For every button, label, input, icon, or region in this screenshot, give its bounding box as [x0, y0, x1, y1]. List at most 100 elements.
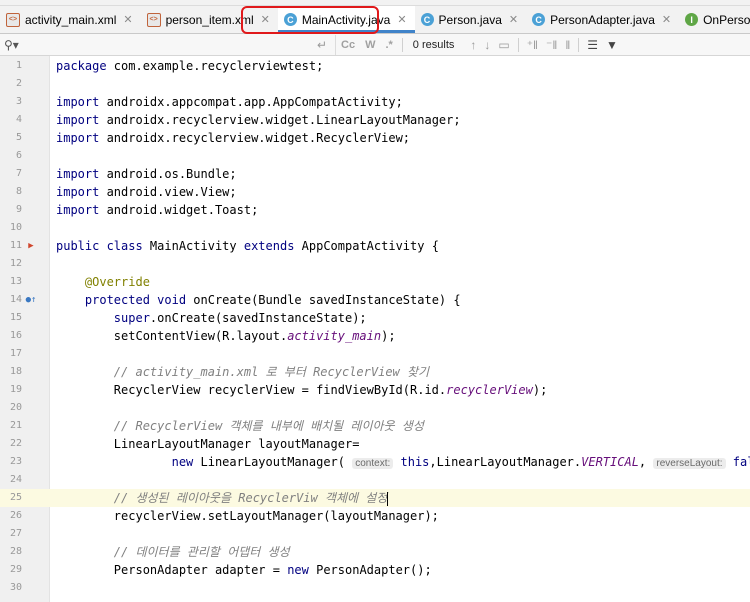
code-line[interactable]: 29 PersonAdapter adapter = new PersonAda… — [0, 561, 750, 579]
code-line[interactable]: 26 recyclerView.setLayoutManager(layoutM… — [0, 507, 750, 525]
code-line[interactable]: 11 ▶ public class MainActivity extends App… — [0, 237, 750, 255]
divider — [578, 37, 580, 52]
code-line[interactable]: 8 import android.view.View; — [0, 183, 750, 201]
divider — [517, 37, 519, 52]
code-line[interactable]: 17 — [0, 345, 750, 363]
line-number: 12 — [9, 258, 22, 269]
line-number: 19 — [9, 384, 22, 395]
code-line[interactable]: 25 // 생성된 레이아웃을 RecyclerViw 객체에 설정 — [0, 489, 750, 507]
select-all-occurrences-icon[interactable]: ▭ — [498, 38, 509, 52]
code-line[interactable]: 12 — [0, 255, 750, 273]
search-input[interactable] — [22, 38, 313, 51]
close-icon[interactable]: ✕ — [261, 13, 270, 26]
tab-person-java[interactable]: C Person.java ✕ — [415, 6, 527, 33]
tab-label: PersonAdapter.java — [550, 12, 655, 27]
tab-person-item-xml[interactable]: <> person_item.xml ✕ — [141, 6, 278, 33]
search-icon[interactable]: ⚲▾ — [4, 38, 22, 52]
code-line[interactable]: 23 new LinearLayoutManager( context: thi… — [0, 453, 750, 471]
select-all-icon[interactable]: ǁ — [565, 38, 570, 52]
regex-button[interactable]: .* — [385, 39, 392, 51]
code-line[interactable]: 15 super.onCreate(savedInstanceState); — [0, 309, 750, 327]
arrow-down-icon[interactable]: ↓ — [484, 38, 490, 52]
close-icon[interactable]: ✕ — [662, 13, 671, 26]
tab-label: OnPersonItemClickListener.ja — [703, 12, 750, 27]
code-text: import androidx.appcompat.app.AppCompatA… — [56, 95, 403, 109]
line-number: 1 — [15, 60, 22, 71]
code-line[interactable]: 2 — [0, 75, 750, 93]
close-icon[interactable]: ✕ — [397, 13, 406, 26]
code-line[interactable]: 30 — [0, 579, 750, 597]
code-line[interactable]: 6 — [0, 147, 750, 165]
words-button[interactable]: W — [365, 39, 375, 51]
interface-icon: I — [685, 13, 699, 26]
code-text: protected void onCreate(Bundle savedInst… — [84, 293, 461, 307]
code-line[interactable]: 24 — [0, 471, 750, 489]
tab-main-activity-java[interactable]: C MainActivity.java ✕ — [277, 6, 415, 33]
close-icon[interactable]: ✕ — [509, 13, 518, 26]
code-line[interactable]: 13 @Override — [0, 273, 750, 291]
arrow-up-icon[interactable]: ↑ — [470, 38, 476, 52]
code-text: import androidx.recyclerview.widget.Line… — [56, 113, 461, 127]
match-case-button[interactable]: Cc — [341, 39, 355, 51]
tab-label: activity_main.xml — [25, 12, 117, 27]
line-number: 5 — [15, 132, 22, 143]
code-text: import android.view.View; — [56, 185, 237, 199]
code-text: import android.widget.Toast; — [56, 203, 259, 217]
code-text: new LinearLayoutManager( context: this,L… — [171, 455, 750, 469]
override-method-icon[interactable]: ●↑ — [25, 291, 37, 309]
line-number: 22 — [9, 438, 22, 449]
code-line[interactable]: 4 import androidx.recyclerview.widget.Lin… — [0, 111, 750, 129]
tab-person-adapter-java[interactable]: C PersonAdapter.java ✕ — [526, 6, 679, 33]
line-number: 13 — [9, 276, 22, 287]
line-number: 26 — [9, 510, 22, 521]
code-line[interactable]: 3 import androidx.appcompat.app.AppCompat… — [0, 93, 750, 111]
tab-activity-main-xml[interactable]: <> activity_main.xml ✕ — [0, 6, 141, 33]
remove-selection-icon[interactable]: ⁻ǁ — [546, 38, 557, 52]
line-number: 30 — [9, 582, 22, 593]
line-number: 4 — [15, 114, 22, 125]
code-editor[interactable]: 1 package com.example.recyclerviewtest; 2 3… — [0, 56, 750, 602]
code-text: PersonAdapter adapter = new PersonAdapte… — [56, 563, 432, 577]
class-icon: C — [420, 13, 434, 26]
newline-icon[interactable]: ↵ — [317, 38, 327, 52]
find-bar: ⚲▾ ↵ Cc W .* 0 results ↑ ↓ ▭ ⁺ǁ ⁻ǁ ǁ ☰ ▼ — [0, 34, 750, 56]
code-line[interactable]: 14 ●↑ protected void onCreate(Bundle save… — [0, 291, 750, 309]
line-number: 9 — [15, 204, 22, 215]
code-line[interactable]: 18 // activity_main.xml 로 부터 RecyclerVie… — [0, 363, 750, 381]
line-number: 25 — [9, 492, 22, 503]
filter-options-icon[interactable]: ☰ — [587, 38, 598, 52]
line-number: 6 — [15, 150, 22, 161]
code-line[interactable]: 5 import androidx.recyclerview.widget.Rec… — [0, 129, 750, 147]
xml-file-icon: <> — [146, 12, 161, 27]
code-text: RecyclerView recyclerView = findViewById… — [56, 383, 548, 397]
code-line[interactable]: 16 setContentView(R.layout.activity_main… — [0, 327, 750, 345]
code-line[interactable]: 20 — [0, 399, 750, 417]
filter-icon[interactable]: ▼ — [606, 38, 618, 52]
xml-file-icon: <> — [6, 12, 20, 27]
line-number: 11 — [9, 240, 22, 251]
code-text: // activity_main.xml 로 부터 RecyclerView 찾… — [113, 365, 430, 379]
line-number: 21 — [9, 420, 22, 431]
code-text: // 생성된 레이아웃을 RecyclerViw 객체에 설정 — [113, 491, 389, 506]
run-class-icon[interactable]: ▶ — [25, 237, 37, 255]
close-icon[interactable]: ✕ — [123, 13, 132, 26]
code-line[interactable]: 1 package com.example.recyclerviewtest; — [0, 57, 750, 75]
code-text: // 데이터를 관리할 어댑터 생성 — [113, 545, 290, 559]
line-number: 29 — [9, 564, 22, 575]
code-line[interactable]: 22 LinearLayoutManager layoutManager= — [0, 435, 750, 453]
code-line[interactable]: 19 RecyclerView recyclerView = findViewB… — [0, 381, 750, 399]
code-line[interactable]: 27 — [0, 525, 750, 543]
class-icon: C — [532, 13, 546, 26]
code-text: import androidx.recyclerview.widget.Recy… — [56, 131, 411, 145]
code-line[interactable]: 9 import android.widget.Toast; — [0, 201, 750, 219]
code-line[interactable]: 10 — [0, 219, 750, 237]
tab-on-person-item-click-listener[interactable]: I OnPersonItemClickListener.ja — [679, 6, 750, 33]
code-line[interactable]: 21 // RecyclerView 객체를 내부에 배치될 레이아웃 생성 — [0, 417, 750, 435]
code-line[interactable]: 7 import android.os.Bundle; — [0, 165, 750, 183]
line-number: 7 — [15, 168, 22, 179]
code-line[interactable]: 28 // 데이터를 관리할 어댑터 생성 — [0, 543, 750, 561]
add-selection-icon[interactable]: ⁺ǁ — [527, 38, 538, 52]
divider — [401, 37, 403, 52]
line-number: 20 — [9, 402, 22, 413]
line-number: 24 — [9, 474, 22, 485]
